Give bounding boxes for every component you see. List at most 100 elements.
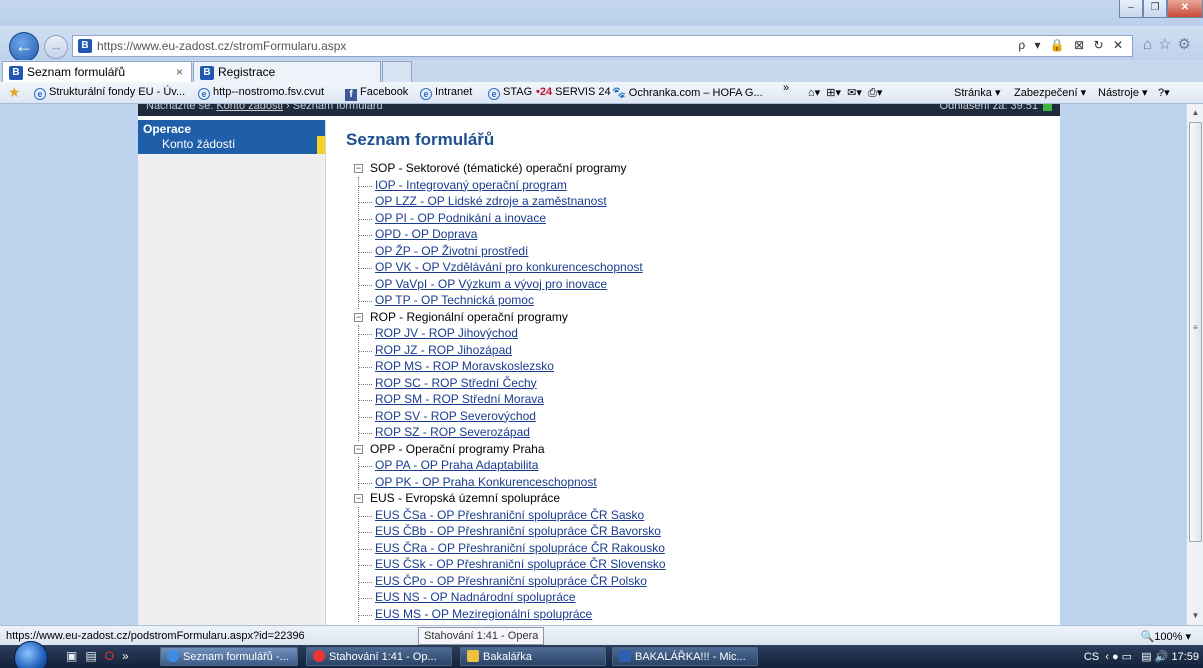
form-link[interactable]: EUS ČBb - OP Přeshraniční spolupráce ČR … [375, 524, 661, 538]
tree-group-label[interactable]: − OPP - Operační programy Praha [354, 441, 666, 458]
tab-registrace[interactable]: B Registrace [193, 61, 381, 82]
form-link[interactable]: ROP JV - ROP Jihovýchod [375, 326, 518, 340]
form-link[interactable]: OP VK - OP Vzdělávání pro konkurencescho… [375, 260, 643, 274]
favorite-link[interactable]: f Facebook [345, 86, 408, 101]
toolbar-icons[interactable]: ⌂☆⚙ [1143, 35, 1197, 53]
address-bar-icons[interactable]: ρ ▾ 🔒 ⊠ ↻ ✕ [1018, 38, 1126, 52]
safety-menu[interactable]: Zabezpečení ▾ [1014, 86, 1086, 99]
form-link[interactable]: EUS ČSa - OP Přeshraniční spolupráce ČR … [375, 508, 644, 522]
favorite-link[interactable]: •24 SERVIS 24 [536, 86, 611, 98]
tree-item: EUS ČSk - OP Přeshraniční spolupráce ČR … [359, 556, 666, 573]
opera-icon[interactable]: O [105, 649, 122, 663]
favorite-link[interactable]: e Strukturální fondy EU - Úv... [34, 86, 185, 100]
taskbar-item-ie[interactable]: Seznam formulářů -... [160, 647, 298, 666]
favorite-link[interactable]: 🐾 Ochranka.com – HOFA G... [612, 86, 763, 99]
address-url[interactable]: https://www.eu-zadost.cz/stromFormularu.… [97, 39, 346, 53]
back-button[interactable]: ← [9, 32, 39, 62]
tree-item: OP VK - OP Vzdělávání pro konkurencescho… [359, 259, 666, 276]
tree-item: ROP SV - ROP Severovýchod [359, 408, 666, 425]
page-menu[interactable]: Stránka ▾ [954, 86, 1001, 99]
form-link[interactable]: OP PA - OP Praha Adaptabilita [375, 458, 538, 472]
form-link[interactable]: OP PK - OP Praha Konkurenceschopnost [375, 475, 597, 489]
explorer-icon[interactable]: ▤ [85, 649, 104, 663]
forward-button[interactable]: → [44, 35, 68, 59]
breadcrumb-link[interactable]: Konto žádosti [216, 104, 283, 112]
form-link[interactable]: OP LZZ - OP Lidské zdroje a zaměstnanost [375, 194, 607, 208]
collapse-icon[interactable]: − [354, 494, 363, 503]
form-link[interactable]: ROP SZ - ROP Severozápad [375, 425, 530, 439]
scroll-down-arrow-icon[interactable]: ▼ [1189, 609, 1202, 623]
tab-seznam-formularu[interactable]: B Seznam formulářů × [2, 61, 192, 82]
form-link[interactable]: OPD - OP Doprava [375, 227, 477, 241]
address-bar[interactable]: B https://www.eu-zadost.cz/stromFormular… [72, 35, 1133, 57]
command-bar-icons[interactable]: ⌂▾ ⊞▾ ✉▾ ⎙▾ [808, 86, 882, 100]
gear-icon[interactable]: ⚙ [1178, 36, 1197, 53]
feeds-icon[interactable]: ⊞▾ [826, 87, 841, 99]
taskbar-item-opera[interactable]: Stahování 1:41 - Op... [306, 647, 452, 666]
tree-group-label[interactable]: − SOP - Sektorové (tématické) operační pr… [354, 160, 666, 177]
form-link[interactable]: EUS ČSk - OP Přeshraniční spolupráce ČR … [375, 557, 666, 571]
favorite-link[interactable]: e STAG [488, 86, 532, 100]
form-link[interactable]: ROP SC - ROP Střední Čechy [375, 376, 537, 390]
favorites-star-icon[interactable]: ★ [8, 84, 21, 101]
tree-group-label[interactable]: − EUS - Evropská územní spolupráce [354, 490, 666, 507]
form-link[interactable]: OP VaVpI - OP Výzkum a vývoj pro inovace [375, 277, 607, 291]
collapse-icon[interactable]: − [354, 444, 363, 454]
form-link[interactable]: ROP SV - ROP Severovýchod [375, 409, 536, 423]
taskbar-item-folder[interactable]: Bakalářka [460, 647, 606, 666]
form-link[interactable]: EUS ČPo - OP Přeshraniční spolupráce ČR … [375, 574, 647, 588]
tree-children: ROP JV - ROP Jihovýchod ROP JZ - ROP Jiho… [358, 325, 666, 441]
tree-group-label[interactable]: − ROP - Regionální operační programy [354, 309, 666, 326]
taskbar-item-word[interactable]: BAKALÁŘKA!!! - Mic... [612, 647, 758, 666]
form-link[interactable]: OP PI - OP Podnikání a inovace [375, 211, 546, 225]
favorites-star-icon[interactable]: ☆ [1158, 36, 1177, 53]
form-link[interactable]: ROP JZ - ROP Jihozápad [375, 343, 512, 357]
form-link[interactable]: OP TP - OP Technická pomoc [375, 293, 534, 307]
more-favorites-chevron-icon[interactable]: » [783, 82, 789, 94]
close-window-button[interactable]: ✕ [1167, 0, 1203, 18]
start-button[interactable] [14, 641, 48, 668]
favorite-link[interactable]: e http--nostromo.fsv.cvut [198, 86, 324, 100]
help-icon[interactable]: ?▾ [1158, 86, 1170, 99]
close-tab-button[interactable]: × [176, 65, 183, 79]
clock[interactable]: 17:59 [1171, 651, 1199, 663]
language-indicator[interactable]: CS [1084, 651, 1099, 663]
print-icon[interactable]: ⎙▾ [868, 87, 882, 99]
tools-menu[interactable]: Nástroje ▾ [1098, 86, 1148, 99]
scroll-thumb[interactable]: ≡ [1189, 122, 1202, 542]
form-link[interactable]: EUS MS - OP Meziregionální spolupráce [375, 607, 592, 621]
tree-item: ROP SC - ROP Střední Čechy [359, 375, 666, 392]
mail-icon[interactable]: ✉▾ [847, 87, 862, 99]
sidebar-item-konto-zadosti[interactable]: Konto žádostí [138, 136, 325, 154]
form-link[interactable]: OP ŽP - OP Životní prostředí [375, 244, 528, 258]
network-icon[interactable]: ▤ [1141, 651, 1151, 663]
collapse-icon[interactable]: − [354, 164, 363, 173]
desktop-icon[interactable]: ▣ [66, 649, 85, 663]
collapse-icon[interactable]: − [354, 312, 363, 322]
tree-children: IOP - Integrovaný operační program OP LZZ… [358, 176, 666, 309]
minimize-button[interactable]: – [1119, 0, 1143, 18]
zoom-control[interactable]: 🔍100% ▾ [1141, 630, 1191, 643]
maximize-button[interactable]: ❐ [1143, 0, 1167, 18]
home-icon[interactable]: ⌂▾ [808, 87, 820, 99]
tray-icons[interactable]: ● ▭ [1112, 651, 1132, 663]
quick-launch[interactable]: ▣▤O» [66, 649, 137, 663]
form-link[interactable]: IOP - Integrovaný operační program [375, 178, 567, 192]
left-sidebar: Operace Konto žádostí [138, 120, 326, 625]
form-link[interactable]: ROP MS - ROP Moravskoslezsko [375, 359, 554, 373]
form-link[interactable]: EUS NS - OP Nadnárodní spolupráce [375, 590, 576, 604]
volume-icon[interactable]: 🔊 [1155, 651, 1169, 663]
vertical-scrollbar[interactable]: ▲ ≡ ▼ [1186, 104, 1203, 625]
form-link[interactable]: EUS ČRa - OP Přeshraniční spolupráce ČR … [375, 541, 665, 555]
new-tab-button[interactable] [382, 61, 412, 82]
scroll-up-arrow-icon[interactable]: ▲ [1189, 106, 1202, 120]
home-icon[interactable]: ⌂ [1143, 36, 1158, 53]
tab-strip: B Seznam formulářů × B Registrace [0, 60, 1203, 82]
main-content: Seznam formulářů − SOP - Sektorové (témat… [344, 120, 1060, 625]
tree-item: OP ŽP - OP Životní prostředí [359, 243, 666, 260]
form-link[interactable]: ROP SM - ROP Střední Morava [375, 392, 544, 406]
sidebar-heading: Operace [138, 120, 325, 136]
breadcrumb-band: Nacházíte se: Konto žádosti › Seznam for… [138, 104, 1060, 116]
system-tray[interactable]: CS ‹ ● ▭ ▤ 🔊 17:59 [1084, 650, 1199, 663]
favorite-link[interactable]: e Intranet [420, 86, 472, 100]
